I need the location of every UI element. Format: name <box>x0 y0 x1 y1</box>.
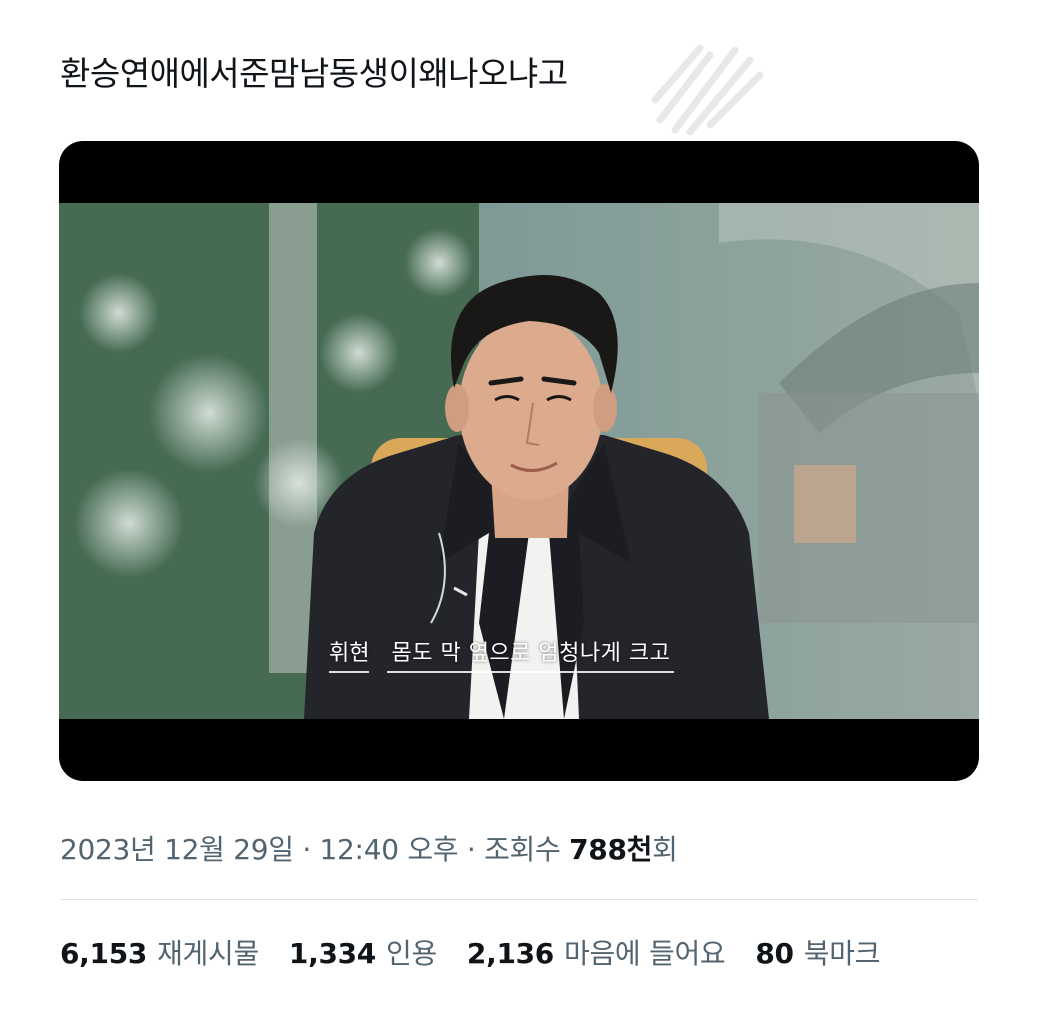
engagement-stats: 6,153 재게시물 1,334 인용 2,136 마음에 들어요 80 북마크 <box>60 934 880 974</box>
tweet-date[interactable]: 2023년 12월 29일 <box>60 833 294 866</box>
bookmarks-stat[interactable]: 80 북마크 <box>755 934 880 974</box>
likes-count: 2,136 <box>466 937 554 970</box>
tweet-time[interactable]: 12:40 오후 <box>320 833 459 866</box>
tweet-text: 환승연애에서준맘남동생이왜나오냐고 <box>60 54 568 93</box>
retweets-label: 재게시물 <box>157 937 259 970</box>
views-suffix: 회 <box>652 833 678 866</box>
views-label: 조회수 <box>484 833 561 866</box>
redaction-scribble <box>651 44 764 136</box>
video-frame[interactable]: 휘현 몸도 막 옆으로 엄청나게 크고 <box>59 203 979 719</box>
tweet-meta: 2023년 12월 29일 · 12:40 오후 · 조회수 788천회 <box>60 830 678 870</box>
video-caption: 휘현 몸도 막 옆으로 엄청나게 크고 <box>329 635 675 673</box>
retweets-count: 6,153 <box>60 937 148 970</box>
views-count[interactable]: 788천 <box>569 833 652 866</box>
quotes-count: 1,334 <box>288 937 376 970</box>
video-media[interactable]: 휘현 몸도 막 옆으로 엄청나게 크고 <box>59 141 979 781</box>
divider <box>60 899 978 900</box>
retweets-stat[interactable]: 6,153 재게시물 <box>60 934 259 974</box>
meta-separator: · <box>302 833 311 866</box>
bookmarks-label: 북마크 <box>803 937 881 970</box>
caption-speaker: 휘현 <box>329 635 370 673</box>
quotes-label: 인용 <box>386 937 437 970</box>
likes-stat[interactable]: 2,136 마음에 들어요 <box>466 934 726 974</box>
meta-separator: · <box>466 833 476 866</box>
quotes-stat[interactable]: 1,334 인용 <box>289 934 437 974</box>
bookmarks-count: 80 <box>755 937 794 970</box>
likes-label: 마음에 들어요 <box>564 937 726 970</box>
caption-text: 몸도 막 옆으로 엄청나게 크고 <box>387 635 675 673</box>
